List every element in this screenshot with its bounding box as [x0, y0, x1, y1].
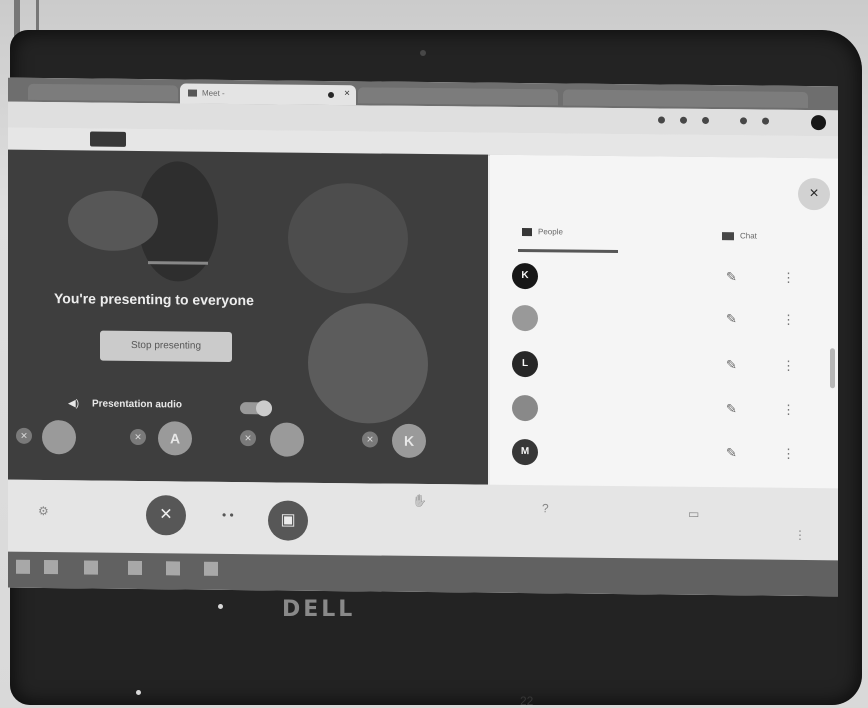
video-shadow — [308, 302, 428, 425]
more-options-icon[interactable]: ⋮ — [782, 358, 795, 374]
taskbar-app-icon[interactable] — [166, 561, 180, 576]
questions-icon[interactable]: ? — [542, 501, 549, 515]
led-indicator — [136, 690, 141, 695]
tab-people-label: People — [538, 227, 563, 237]
profile-avatar[interactable] — [811, 115, 826, 131]
more-options-icon[interactable]: ⋮ — [782, 446, 795, 462]
close-panel-button[interactable]: × — [798, 177, 830, 211]
speaker-icon: ◀) — [68, 398, 80, 410]
meeting-controls-bar: ⚙ ✕ • • ▣ ✋ ? ▭ ⋮ — [8, 479, 838, 561]
chat-icon — [722, 232, 734, 241]
more-options-icon[interactable]: • • — [222, 508, 234, 522]
video-shadow — [288, 182, 408, 294]
participant-row[interactable]: ✎ ⋮ — [512, 394, 822, 438]
browser-tab[interactable] — [563, 89, 808, 109]
people-icon — [522, 227, 532, 237]
avatar: A — [158, 421, 192, 456]
more-options-icon[interactable]: ⋮ — [782, 270, 795, 286]
tab-chat[interactable]: Chat — [722, 231, 757, 240]
mic-off-icon: ✕ — [130, 428, 146, 446]
info-icon[interactable]: ⚙ — [38, 504, 49, 518]
mic-off-icon: ✕ — [16, 427, 32, 444]
presentation-audio-label: Presentation audio — [92, 398, 183, 411]
avatar: L — [512, 350, 538, 378]
mic-off-icon[interactable]: ✎ — [726, 401, 737, 417]
more-options-icon[interactable]: ⋮ — [782, 402, 795, 418]
mic-off-icon: ✕ — [362, 431, 378, 448]
start-icon[interactable] — [16, 559, 30, 574]
close-tab-icon[interactable]: × — [344, 88, 350, 99]
taskbar-app-icon[interactable] — [84, 560, 98, 575]
avatar — [42, 420, 76, 455]
camera-toggle-button[interactable]: ▣ — [268, 500, 308, 541]
avatar — [512, 304, 538, 332]
tab-people[interactable]: People — [522, 227, 563, 236]
tab-chat-label: Chat — [740, 231, 757, 241]
mic-off-icon[interactable]: ✎ — [726, 269, 737, 285]
webcam-icon — [420, 50, 426, 56]
participant-row[interactable]: K ✎ ⋮ — [512, 262, 822, 306]
mic-toggle-button[interactable]: ✕ — [146, 495, 186, 536]
avatar: M — [512, 438, 538, 466]
avatar: K — [512, 262, 538, 290]
video-shadow — [68, 190, 158, 252]
taskbar-app-icon[interactable] — [44, 560, 58, 575]
more-options-icon[interactable]: ⋮ — [794, 528, 806, 542]
recording-dot-icon — [328, 92, 334, 99]
panel-scrollbar[interactable] — [830, 348, 835, 389]
tab-title: Meet - — [202, 88, 225, 98]
zoom-icon[interactable] — [680, 116, 687, 124]
laptop-screen: Meet - × You're presenting to everyone S… — [8, 77, 838, 597]
laptop-brand-logo: DELL — [282, 597, 356, 622]
mic-off-icon[interactable]: ✎ — [726, 311, 737, 327]
presentation-audio-toggle[interactable] — [240, 402, 272, 415]
more-options-icon[interactable]: ⋮ — [782, 312, 795, 328]
led-indicator — [218, 604, 223, 609]
mic-off-icon[interactable]: ✎ — [726, 445, 737, 461]
active-tab-indicator — [518, 248, 618, 254]
mic-off-icon: ✕ — [240, 430, 256, 447]
browser-tab-active[interactable]: Meet - × — [180, 83, 356, 106]
avatar — [512, 394, 538, 422]
extension-icon[interactable] — [762, 117, 769, 125]
browser-tab[interactable] — [358, 87, 558, 106]
stop-presenting-button[interactable]: Stop presenting — [100, 330, 232, 362]
star-icon[interactable] — [702, 116, 709, 124]
browser-tab[interactable] — [28, 83, 178, 102]
present-icon[interactable]: ▭ — [688, 507, 699, 521]
page-number: 22 — [520, 694, 534, 708]
taskbar-app-icon[interactable] — [128, 560, 142, 576]
bookmark-button[interactable] — [90, 131, 126, 147]
presentation-stage: You're presenting to everyone Stop prese… — [8, 149, 488, 485]
meet-favicon-icon — [188, 89, 197, 97]
participant-row[interactable]: M ✎ ⋮ — [512, 438, 822, 482]
mic-off-icon[interactable]: ✎ — [726, 357, 737, 373]
participant-row[interactable]: L ✎ ⋮ — [512, 350, 822, 394]
extension-icon[interactable] — [658, 116, 665, 124]
avatar — [270, 422, 304, 457]
presenting-message: You're presenting to everyone — [54, 290, 254, 309]
avatar: K — [392, 423, 426, 459]
divider — [148, 261, 208, 265]
taskbar-app-icon[interactable] — [204, 561, 218, 576]
raise-hand-icon[interactable]: ✋ — [412, 494, 427, 508]
participant-row[interactable]: ✎ ⋮ — [512, 304, 822, 348]
extension-icon[interactable] — [740, 117, 747, 125]
